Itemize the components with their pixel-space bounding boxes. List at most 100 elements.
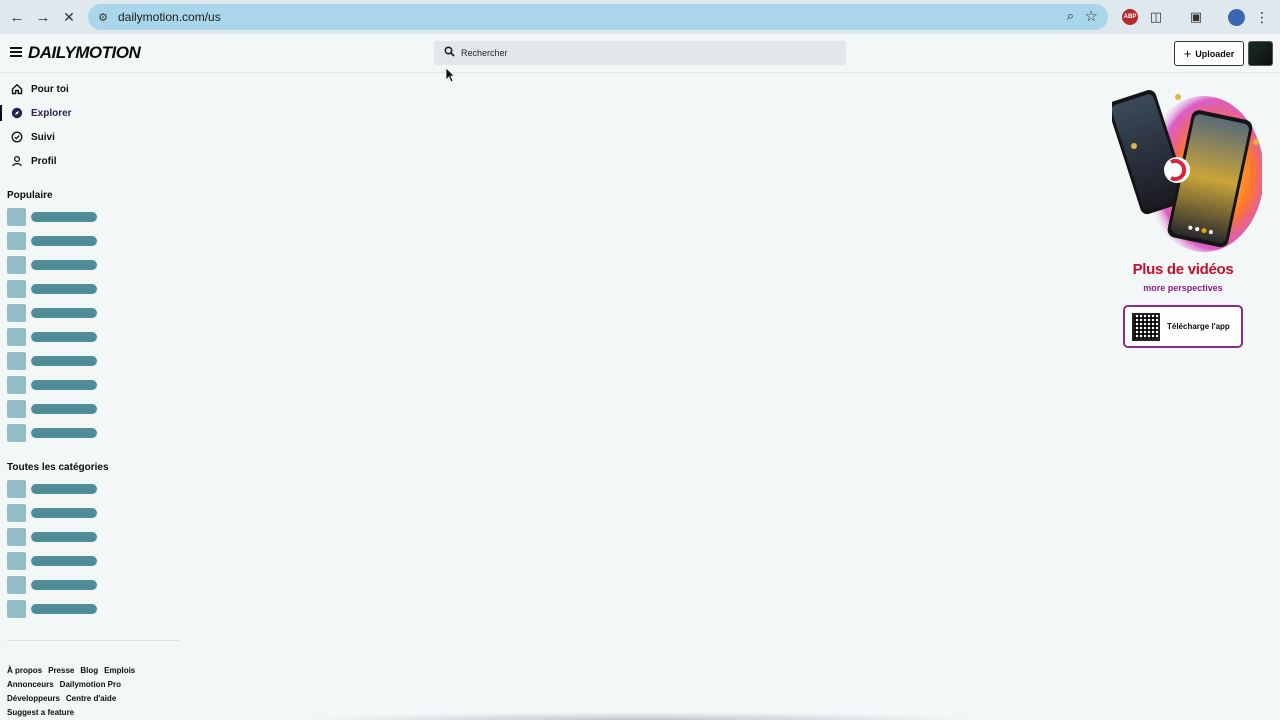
loading-placeholder-row <box>7 352 99 370</box>
sidebar-item-profil[interactable]: Profil <box>0 150 180 172</box>
placeholder-text-bar <box>31 260 97 270</box>
sidebar-item-explorer[interactable]: Explorer <box>0 102 180 124</box>
promo-title: Plus de vidéos <box>1132 261 1234 278</box>
sidebar-item-pour-toi[interactable]: Pour toi <box>0 78 180 100</box>
home-icon <box>10 82 24 96</box>
loading-placeholder-row <box>7 504 99 522</box>
loading-placeholder-row <box>7 232 99 250</box>
loading-placeholder-row <box>7 400 99 418</box>
placeholder-text-bar <box>31 428 97 438</box>
placeholder-thumbnail <box>7 304 26 322</box>
download-app-button[interactable]: Télécharge l'app <box>1123 305 1243 348</box>
compass-icon <box>10 106 24 120</box>
placeholder-thumbnail <box>7 504 26 522</box>
bottom-shadow <box>300 712 980 720</box>
sidebar-item-label: Explorer <box>31 107 72 119</box>
placeholder-thumbnail <box>7 576 26 594</box>
placeholder-text-bar <box>31 508 97 518</box>
address-bar[interactable]: ⚙ dailymotion.com/us ⌕ ☆ <box>88 4 1108 30</box>
footer-link[interactable]: Annonceurs <box>7 678 54 692</box>
sidebar-item-label: Pour toi <box>31 83 69 95</box>
menu-icon[interactable]: ⋮ <box>1252 7 1272 27</box>
loading-placeholder-row <box>7 576 99 594</box>
search-icon <box>444 46 455 60</box>
loading-placeholder-row <box>7 208 99 226</box>
loading-placeholder-row <box>7 280 99 298</box>
upload-label: Uploader <box>1195 48 1235 59</box>
download-app-label: Télécharge l'app <box>1167 322 1230 331</box>
footer-link[interactable]: Centre d'aide <box>66 692 116 706</box>
placeholder-text-bar <box>31 556 97 566</box>
adblock-icon[interactable]: ABP <box>1120 7 1140 27</box>
loading-placeholder-row <box>7 376 99 394</box>
sidebar-item-suivi[interactable]: Suivi <box>0 126 180 148</box>
footer-link[interactable]: À propos <box>7 664 42 678</box>
url-text[interactable]: dailymotion.com/us <box>118 10 221 24</box>
check-circle-icon <box>10 130 24 144</box>
placeholder-text-bar <box>31 332 97 342</box>
sidebar: Pour toi Explorer Suivi Profil Populaire… <box>0 74 180 720</box>
forward-arrow-icon[interactable]: → <box>32 6 54 28</box>
adblock-label: ABP <box>1122 9 1138 25</box>
placeholder-text-bar <box>31 284 97 294</box>
placeholder-text-bar <box>31 308 97 318</box>
footer-link[interactable]: Développeurs <box>7 692 60 706</box>
placeholder-text-bar <box>31 236 97 246</box>
placeholder-thumbnail <box>7 552 26 570</box>
placeholder-text-bar <box>31 404 97 414</box>
loading-placeholder-row <box>7 528 99 546</box>
sidebar-item-label: Profil <box>31 155 57 167</box>
mouse-cursor-icon <box>445 67 455 83</box>
placeholder-thumbnail <box>7 528 26 546</box>
placeholder-text-bar <box>31 484 97 494</box>
placeholder-thumbnail <box>7 376 26 394</box>
footer-link[interactable]: Dailymotion Pro <box>60 678 121 692</box>
loading-placeholder-row <box>7 328 99 346</box>
cast-icon[interactable]: ▣ <box>1186 7 1206 27</box>
zoom-icon[interactable]: ⌕ <box>1067 8 1074 24</box>
extensions-icon[interactable]: ◫ <box>1146 7 1166 27</box>
person-icon <box>10 154 24 168</box>
footer-link[interactable]: Emplois <box>104 664 135 678</box>
loading-placeholder-row <box>7 256 99 274</box>
bookmark-star-icon[interactable]: ☆ <box>1085 7 1098 25</box>
qr-code-icon <box>1132 312 1160 341</box>
placeholder-thumbnail <box>7 256 26 274</box>
search-input[interactable] <box>461 48 821 58</box>
footer-links: À propos Presse Blog Emplois Annonceurs Dail… <box>7 664 177 720</box>
app-promo: Plus de vidéos more perspectives Télécha… <box>1112 84 1262 354</box>
promo-subtitle: more perspectives <box>1143 283 1223 293</box>
placeholder-text-bar <box>31 604 97 614</box>
placeholder-thumbnail <box>7 232 26 250</box>
placeholder-thumbnail <box>7 280 26 298</box>
footer-link[interactable]: Blog <box>80 664 98 678</box>
placeholder-text-bar <box>31 532 97 542</box>
placeholder-thumbnail <box>7 424 26 442</box>
site-header: DAILYMOTION + Uploader <box>0 34 1280 73</box>
upload-button[interactable]: + Uploader <box>1174 41 1244 66</box>
browser-toolbar: ← → ✕ ⚙ dailymotion.com/us ⌕ ☆ ABP ◫ ▣ ⋮ <box>0 0 1280 34</box>
loading-placeholder-row <box>7 304 99 322</box>
stop-loading-icon[interactable]: ✕ <box>58 6 80 28</box>
sidebar-divider <box>7 640 179 641</box>
dailymotion-logo[interactable]: DAILYMOTION <box>28 43 141 63</box>
back-arrow-icon[interactable]: ← <box>6 6 28 28</box>
placeholder-text-bar <box>31 580 97 590</box>
placeholder-thumbnail <box>7 400 26 418</box>
placeholder-text-bar <box>31 380 97 390</box>
loading-placeholder-row <box>7 480 99 498</box>
footer-link[interactable]: Presse <box>48 664 74 678</box>
loading-placeholder-row <box>7 600 99 618</box>
footer-link[interactable]: Suggest a feature <box>7 706 74 720</box>
placeholder-thumbnail <box>7 208 26 226</box>
placeholder-text-bar <box>31 356 97 366</box>
placeholder-thumbnail <box>7 352 26 370</box>
site-settings-icon[interactable]: ⚙ <box>92 6 114 28</box>
search-box[interactable] <box>434 41 846 65</box>
sidebar-item-label: Suivi <box>31 131 55 143</box>
phones-illustration <box>1112 90 1262 252</box>
hamburger-menu-icon[interactable] <box>10 46 22 58</box>
user-avatar[interactable] <box>1248 41 1273 66</box>
profile-icon[interactable] <box>1226 7 1246 27</box>
section-title-populaire: Populaire <box>7 190 53 201</box>
